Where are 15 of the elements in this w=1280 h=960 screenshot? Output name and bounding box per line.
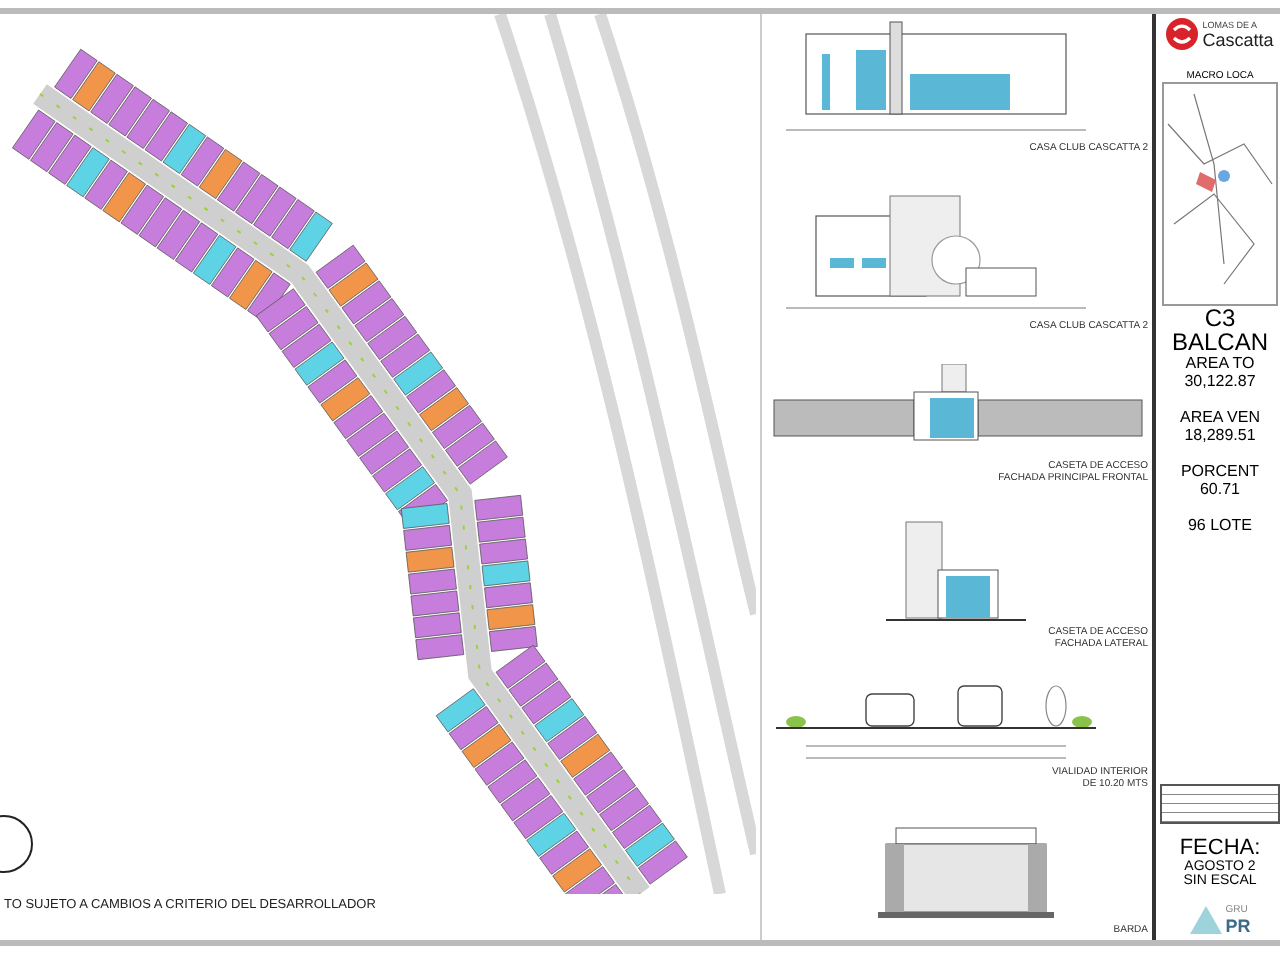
lot-code: C3 bbox=[1204, 306, 1236, 330]
total-area-value: 30,122.87 bbox=[1184, 372, 1256, 390]
brand-name: Cascatta bbox=[1202, 29, 1274, 49]
percent-label: PORCENT bbox=[1180, 462, 1260, 480]
date-label: FECHA: bbox=[1179, 836, 1261, 860]
lot-count: 96 LOTE bbox=[1187, 516, 1252, 534]
sale-area-value: 18,289.51 bbox=[1184, 426, 1256, 444]
total-area-label: AREA TO bbox=[1185, 354, 1255, 372]
company-name: PR bbox=[1225, 916, 1251, 936]
logo-icon bbox=[1166, 18, 1199, 50]
percent-value: 60.71 bbox=[1199, 480, 1241, 498]
company-logo-icon bbox=[1189, 906, 1222, 934]
area-table bbox=[1160, 784, 1280, 824]
project-name: BALCAN bbox=[1171, 330, 1269, 354]
sale-area-label: AREA VEN bbox=[1179, 408, 1260, 426]
